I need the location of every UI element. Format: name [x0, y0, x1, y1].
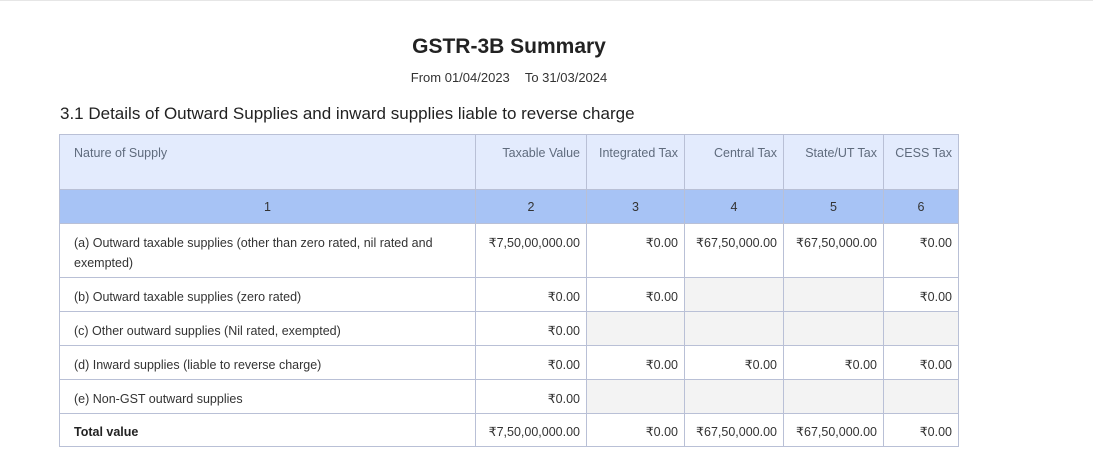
period-from-label: From	[410, 70, 442, 85]
integrated-tax-cell: ₹0.00	[586, 345, 685, 380]
section-heading: 3.1 Details of Outward Supplies and inwa…	[60, 104, 635, 123]
integrated-tax-cell-disabled	[586, 311, 685, 346]
central-tax-cell: ₹0.00	[684, 345, 784, 380]
column-number: 4	[684, 189, 784, 224]
cess-tax-cell: ₹0.00	[883, 277, 959, 312]
taxable-value-cell: ₹0.00	[475, 311, 587, 346]
integrated-tax-cell: ₹0.00	[586, 223, 685, 278]
column-number: 1	[59, 189, 476, 224]
supply-nature-cell: (c) Other outward supplies (Nil rated, e…	[59, 311, 476, 346]
supply-nature-cell: (e) Non-GST outward supplies	[59, 379, 476, 414]
supply-nature-cell: (b) Outward taxable supplies (zero rated…	[59, 277, 476, 312]
table-row: (e) Non-GST outward supplies ₹0.00	[59, 379, 959, 414]
central-tax-cell-disabled	[684, 311, 784, 346]
table-header-row: Nature of Supply Taxable Value Integrate…	[59, 134, 959, 190]
table-row: (a) Outward taxable supplies (other than…	[59, 223, 959, 278]
taxable-value-cell: ₹0.00	[475, 277, 587, 312]
central-tax-cell: ₹67,50,000.00	[684, 223, 784, 278]
supply-nature-cell: (a) Outward taxable supplies (other than…	[59, 223, 476, 278]
state-ut-tax-cell: ₹0.00	[783, 345, 884, 380]
central-tax-cell-disabled	[684, 379, 784, 414]
integrated-tax-cell-disabled	[586, 379, 685, 414]
header-state-ut-tax: State/UT Tax	[783, 134, 884, 190]
central-tax-cell-disabled	[684, 277, 784, 312]
table-row: (c) Other outward supplies (Nil rated, e…	[59, 311, 959, 346]
table-row: (b) Outward taxable supplies (zero rated…	[59, 277, 959, 312]
column-number: 5	[783, 189, 884, 224]
header-integrated-tax: Integrated Tax	[586, 134, 685, 190]
page-title: GSTR-3B Summary	[412, 35, 606, 58]
period-to-label: To	[524, 70, 539, 85]
column-number: 3	[586, 189, 685, 224]
state-ut-tax-cell-disabled	[783, 277, 884, 312]
top-divider	[0, 0, 1093, 1]
integrated-tax-cell: ₹0.00	[586, 277, 685, 312]
total-taxable-value: ₹7,50,00,000.00	[475, 413, 587, 447]
total-central-tax: ₹67,50,000.00	[684, 413, 784, 447]
header-central-tax: Central Tax	[684, 134, 784, 190]
column-number: 2	[475, 189, 587, 224]
supply-nature-cell: (d) Inward supplies (liable to reverse c…	[59, 345, 476, 380]
column-number-row: 1 2 3 4 5 6	[59, 189, 959, 224]
total-row: Total value ₹7,50,00,000.00 ₹0.00 ₹67,50…	[59, 413, 959, 447]
header-nature-of-supply: Nature of Supply	[59, 134, 476, 190]
cess-tax-cell: ₹0.00	[883, 223, 959, 278]
cess-tax-cell-disabled	[883, 379, 959, 414]
state-ut-tax-cell-disabled	[783, 311, 884, 346]
outward-supplies-table: Nature of Supply Taxable Value Integrate…	[59, 134, 959, 447]
column-number: 6	[883, 189, 959, 224]
total-integrated-tax: ₹0.00	[586, 413, 685, 447]
report-period: From 01/04/2023 To 31/03/2024	[0, 70, 1018, 85]
cess-tax-cell: ₹0.00	[883, 345, 959, 380]
state-ut-tax-cell-disabled	[783, 379, 884, 414]
header-cess-tax: CESS Tax	[883, 134, 959, 190]
total-label: Total value	[59, 413, 476, 447]
state-ut-tax-cell: ₹67,50,000.00	[783, 223, 884, 278]
total-state-ut-tax: ₹67,50,000.00	[783, 413, 884, 447]
period-to-date: 31/03/2024	[542, 70, 608, 85]
taxable-value-cell: ₹0.00	[475, 379, 587, 414]
gstr3b-summary-page: GSTR-3B Summary From 01/04/2023 To 31/03…	[0, 0, 1093, 465]
header-taxable-value: Taxable Value	[475, 134, 587, 190]
table-row: (d) Inward supplies (liable to reverse c…	[59, 345, 959, 380]
total-cess-tax: ₹0.00	[883, 413, 959, 447]
period-from-date: 01/04/2023	[444, 70, 510, 85]
taxable-value-cell: ₹7,50,00,000.00	[475, 223, 587, 278]
taxable-value-cell: ₹0.00	[475, 345, 587, 380]
cess-tax-cell-disabled	[883, 311, 959, 346]
